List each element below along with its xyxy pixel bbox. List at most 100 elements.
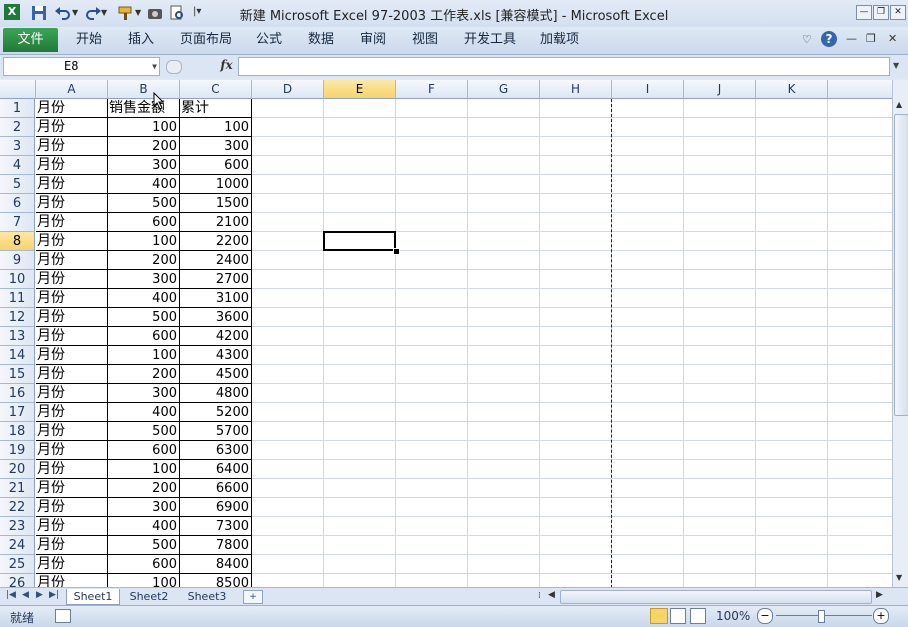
cell-i26[interactable] <box>612 574 684 587</box>
zoom-level[interactable]: 100% <box>716 609 750 623</box>
cell-d16[interactable] <box>252 384 324 403</box>
cell-k5[interactable] <box>756 175 828 194</box>
row-header-9[interactable]: 9 <box>0 251 35 270</box>
cell-f6[interactable] <box>396 194 468 213</box>
cell-k11[interactable] <box>756 289 828 308</box>
cell-a3[interactable]: 月份 <box>36 137 108 156</box>
cell-b18[interactable]: 500 <box>108 422 180 441</box>
cell-g16[interactable] <box>468 384 540 403</box>
cell-k23[interactable] <box>756 517 828 536</box>
cell-h23[interactable] <box>540 517 612 536</box>
cell-i21[interactable] <box>612 479 684 498</box>
worksheet-grid[interactable]: A B C D E F G H I J K 1 月份 销售金额 累计 2 月份 100 100 3 月份 200 300 4 月… <box>0 80 892 587</box>
cell-k21[interactable] <box>756 479 828 498</box>
column-header-k[interactable]: K <box>756 80 828 99</box>
cell-i20[interactable] <box>612 460 684 479</box>
cell-j19[interactable] <box>684 441 756 460</box>
row-header-5[interactable]: 5 <box>0 175 35 194</box>
row-header-24[interactable]: 24 <box>0 536 35 555</box>
cell-c23[interactable]: 7300 <box>180 517 252 536</box>
cell-b9[interactable]: 200 <box>108 251 180 270</box>
cell-i18[interactable] <box>612 422 684 441</box>
cell-i2[interactable] <box>612 118 684 137</box>
cell-h5[interactable] <box>540 175 612 194</box>
cell-g24[interactable] <box>468 536 540 555</box>
cell-c2[interactable]: 100 <box>180 118 252 137</box>
cell-e3[interactable] <box>324 137 396 156</box>
cell-c14[interactable]: 4300 <box>180 346 252 365</box>
name-box-dropdown-icon[interactable]: ▼ <box>152 58 157 75</box>
row-header-21[interactable]: 21 <box>0 479 35 498</box>
cell-f18[interactable] <box>396 422 468 441</box>
cell-d22[interactable] <box>252 498 324 517</box>
cell-c25[interactable]: 8400 <box>180 555 252 574</box>
cell-i3[interactable] <box>612 137 684 156</box>
cell-d12[interactable] <box>252 308 324 327</box>
cell-a18[interactable]: 月份 <box>36 422 108 441</box>
cell-i11[interactable] <box>612 289 684 308</box>
cell-a8[interactable]: 月份 <box>36 232 108 251</box>
workbook-close-icon[interactable]: ✕ <box>888 32 897 45</box>
cell-e22[interactable] <box>324 498 396 517</box>
cell-f14[interactable] <box>396 346 468 365</box>
cell-j21[interactable] <box>684 479 756 498</box>
tab-addins[interactable]: 加载项 <box>540 28 579 52</box>
cell-e7[interactable] <box>324 213 396 232</box>
horizontal-scroll-thumb[interactable] <box>560 590 872 604</box>
column-header-a[interactable]: A <box>36 80 108 99</box>
tab-file[interactable]: 文件 <box>3 28 58 52</box>
insert-function-button[interactable]: fx <box>216 57 237 74</box>
cell-h9[interactable] <box>540 251 612 270</box>
cell-f22[interactable] <box>396 498 468 517</box>
cell-f1[interactable] <box>396 99 468 118</box>
row-header-26[interactable]: 26 <box>0 574 35 587</box>
cell-k19[interactable] <box>756 441 828 460</box>
cell-f3[interactable] <box>396 137 468 156</box>
scroll-up-arrow-icon[interactable]: ▲ <box>896 100 902 109</box>
cell-f7[interactable] <box>396 213 468 232</box>
cell-k22[interactable] <box>756 498 828 517</box>
sheet-tab[interactable]: Sheet2 <box>122 589 176 604</box>
cell-i15[interactable] <box>612 365 684 384</box>
cell-j7[interactable] <box>684 213 756 232</box>
cell-h20[interactable] <box>540 460 612 479</box>
cell-a22[interactable]: 月份 <box>36 498 108 517</box>
cell-h14[interactable] <box>540 346 612 365</box>
cell-f5[interactable] <box>396 175 468 194</box>
cell-h26[interactable] <box>540 574 612 587</box>
expand-formula-bar-icon[interactable]: ▼ <box>893 61 899 70</box>
cell-g13[interactable] <box>468 327 540 346</box>
cell-b8[interactable]: 100 <box>108 232 180 251</box>
cell-h18[interactable] <box>540 422 612 441</box>
cell-k24[interactable] <box>756 536 828 555</box>
cell-g23[interactable] <box>468 517 540 536</box>
formula-input[interactable] <box>238 57 890 76</box>
row-header-13[interactable]: 13 <box>0 327 35 346</box>
cell-j9[interactable] <box>684 251 756 270</box>
cell-e5[interactable] <box>324 175 396 194</box>
cell-i23[interactable] <box>612 517 684 536</box>
cell-i7[interactable] <box>612 213 684 232</box>
cell-j13[interactable] <box>684 327 756 346</box>
cell-h13[interactable] <box>540 327 612 346</box>
cell-h11[interactable] <box>540 289 612 308</box>
cell-g4[interactable] <box>468 156 540 175</box>
cell-f13[interactable] <box>396 327 468 346</box>
cell-k20[interactable] <box>756 460 828 479</box>
cell-h10[interactable] <box>540 270 612 289</box>
cell-k8[interactable] <box>756 232 828 251</box>
cell-c16[interactable]: 4800 <box>180 384 252 403</box>
cell-f16[interactable] <box>396 384 468 403</box>
cell-a6[interactable]: 月份 <box>36 194 108 213</box>
cell-d1[interactable] <box>252 99 324 118</box>
cell-b26[interactable]: 100 <box>108 574 180 587</box>
formula-bar-resize-handle[interactable] <box>166 60 182 74</box>
cell-c13[interactable]: 4200 <box>180 327 252 346</box>
cell-i6[interactable] <box>612 194 684 213</box>
cell-h2[interactable] <box>540 118 612 137</box>
cell-b12[interactable]: 500 <box>108 308 180 327</box>
cell-c20[interactable]: 6400 <box>180 460 252 479</box>
minimize-button[interactable]: — <box>856 5 872 20</box>
cell-a9[interactable]: 月份 <box>36 251 108 270</box>
cell-f8[interactable] <box>396 232 468 251</box>
